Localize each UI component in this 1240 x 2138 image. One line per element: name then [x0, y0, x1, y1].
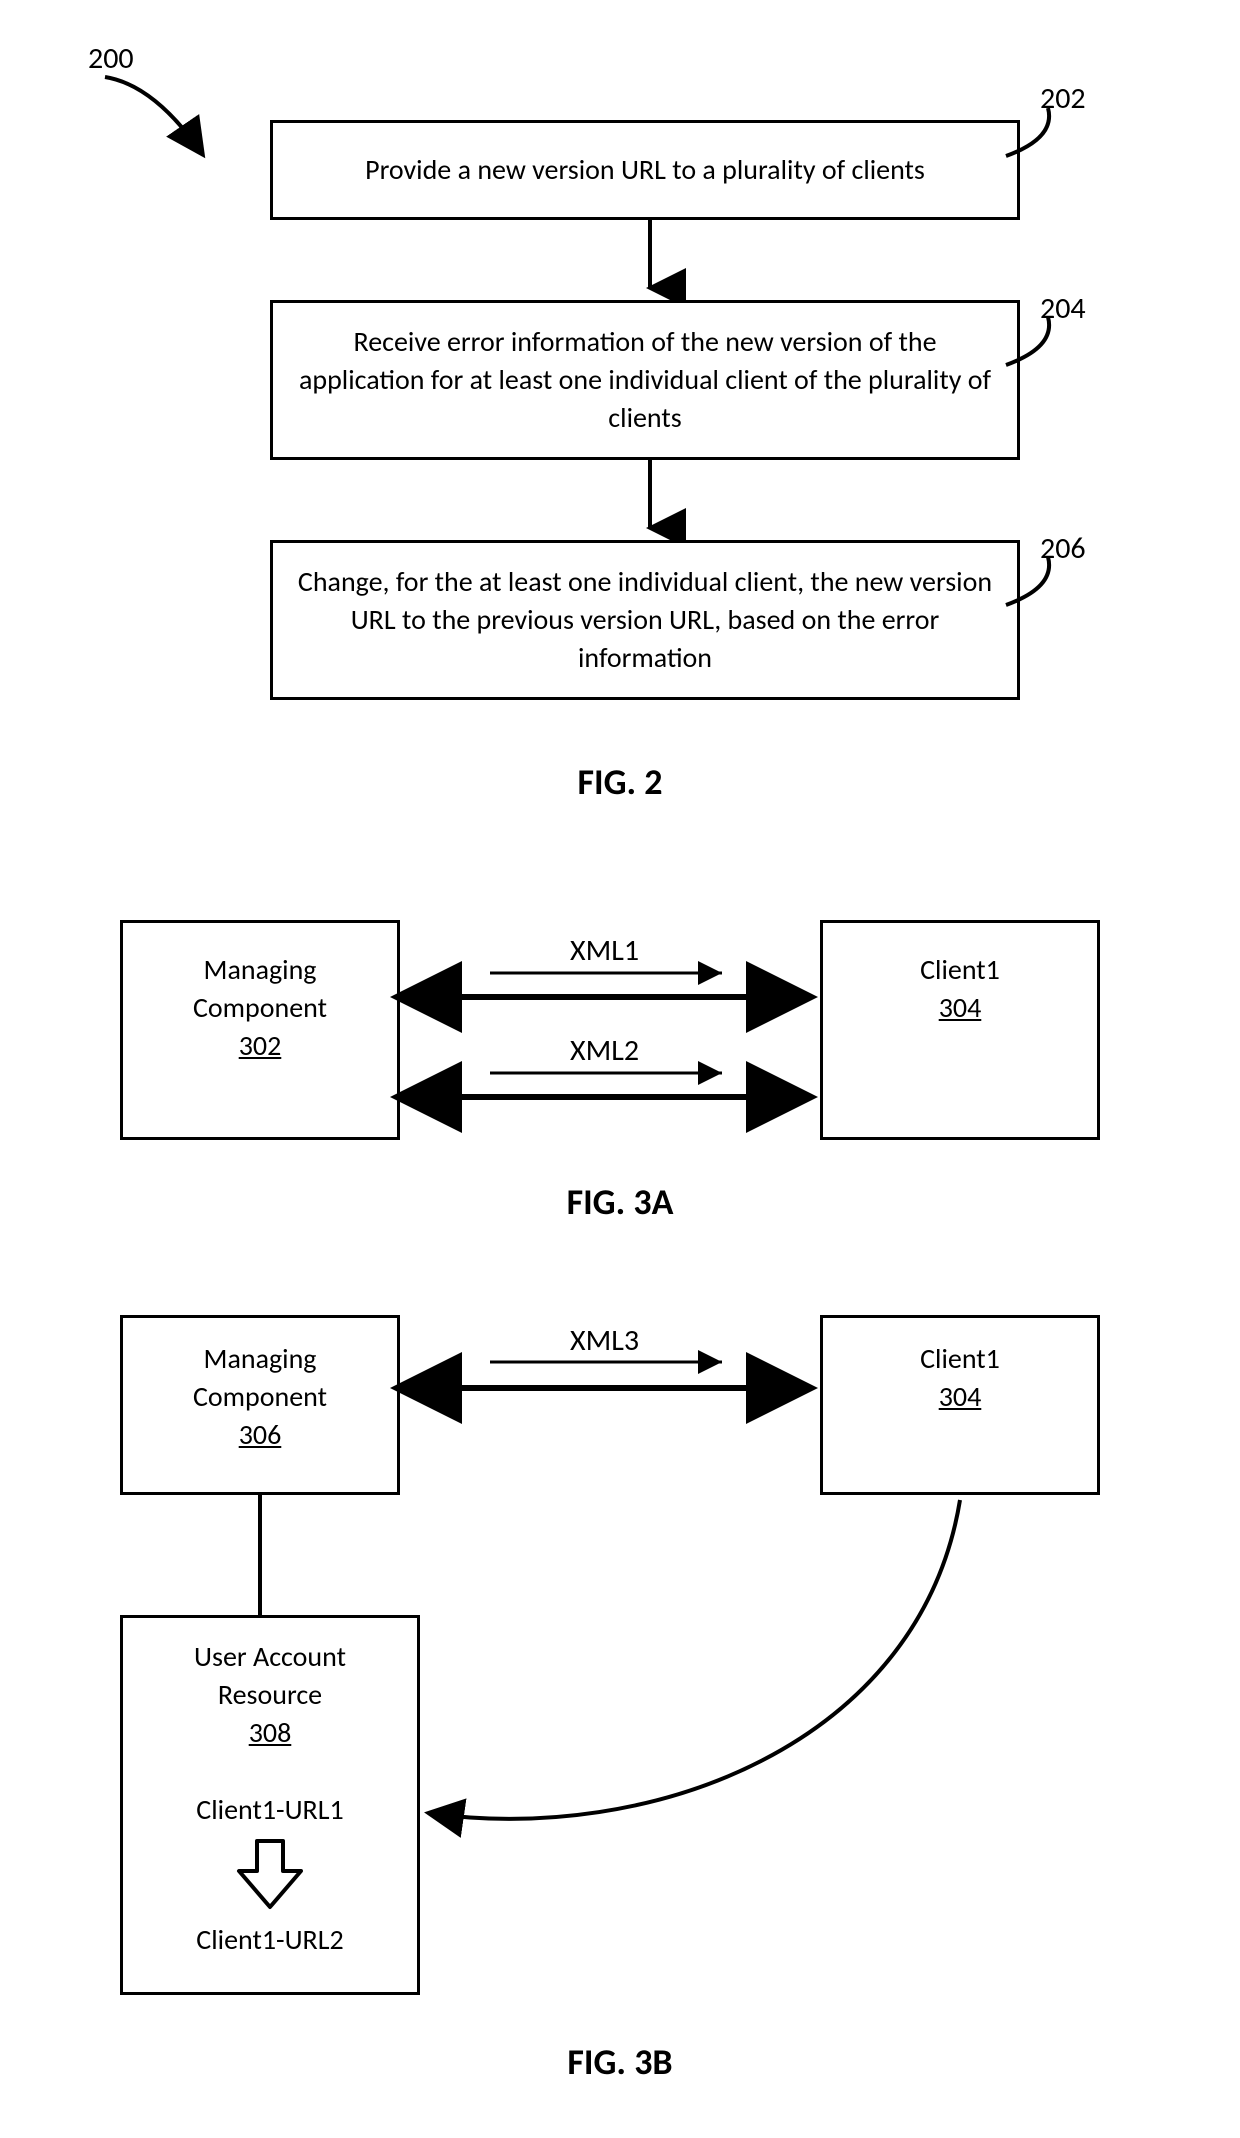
fig3b-xml3-arrow: [490, 1354, 730, 1374]
fig3b-uar-title: User Account Resource: [141, 1638, 399, 1714]
fig2-arrow-2-3: [640, 460, 660, 540]
fig3a-xml1-arrow: [490, 965, 730, 985]
fig3a-xml2-label: XML2: [570, 1032, 639, 1069]
fig2-step2-box: Receive error information of the new ver…: [270, 300, 1020, 460]
fig3b-client-title: Client1: [920, 1340, 1000, 1378]
fig3a-managing-num: 302: [239, 1027, 282, 1065]
fig3b-managing-num: 306: [239, 1416, 282, 1454]
fig3b-xml3-bold-arrow: [400, 1376, 820, 1400]
fig3b-uar-url1: Client1-URL1: [196, 1791, 343, 1829]
fig3a-xml2-arrow: [490, 1065, 730, 1085]
fig3b-caption: FIG. 3B: [0, 2040, 1240, 2084]
fig3a-client-num: 304: [939, 989, 982, 1027]
fig2-step1-leader: [998, 108, 1068, 168]
fig3b-managing-box: Managing Component 306: [120, 1315, 400, 1495]
fig3a-managing-title: Managing Component: [141, 951, 379, 1027]
fig3b-client-uar-curve: [420, 1495, 980, 1855]
fig3b-uar-box: User Account Resource 308 Client1-URL1 C…: [120, 1615, 420, 1995]
fig2-step1-box: Provide a new version URL to a plurality…: [270, 120, 1020, 220]
fig2-step3-leader: [998, 557, 1068, 617]
fig2-arrow-1-2: [640, 220, 660, 300]
fig3b-client-num: 304: [939, 1378, 982, 1416]
fig3a-client-title: Client1: [920, 951, 1000, 989]
fig3a-managing-box: Managing Component 302: [120, 920, 400, 1140]
fig3a-client-box: Client1 304: [820, 920, 1100, 1140]
fig3b-uar-num: 308: [249, 1714, 292, 1752]
down-arrow-outline-icon: [235, 1835, 305, 1915]
fig3a-xml1-label: XML1: [570, 932, 639, 969]
fig2-step2-leader: [998, 317, 1068, 377]
fig3b-client-box: Client1 304: [820, 1315, 1100, 1495]
fig3b-mgr-uar-connector: [255, 1495, 265, 1615]
fig3a-xml1-bold-arrow: [400, 985, 820, 1009]
fig2-step2-text: Receive error information of the new ver…: [291, 323, 999, 436]
fig2-corner-arrow: [95, 75, 225, 165]
fig3a-xml2-bold-arrow: [400, 1085, 820, 1109]
fig3b-uar-url2: Client1-URL2: [196, 1921, 343, 1959]
diagram-canvas: 200 Provide a new version URL to a plura…: [0, 0, 1240, 2138]
fig3a-caption: FIG. 3A: [0, 1180, 1240, 1224]
fig2-number-200: 200: [88, 40, 134, 77]
fig2-caption: FIG. 2: [0, 760, 1240, 804]
fig2-step1-text: Provide a new version URL to a plurality…: [365, 151, 925, 189]
fig2-step3-box: Change, for the at least one individual …: [270, 540, 1020, 700]
fig3b-managing-title: Managing Component: [141, 1340, 379, 1416]
fig2-step3-text: Change, for the at least one individual …: [291, 563, 999, 676]
